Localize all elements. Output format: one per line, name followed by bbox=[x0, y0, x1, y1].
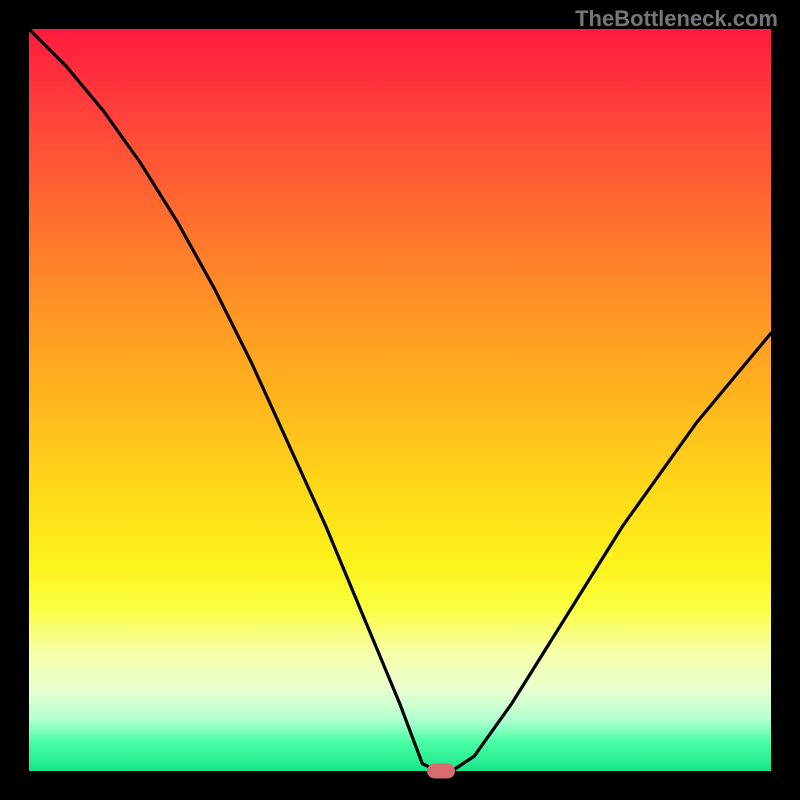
plot-area bbox=[29, 29, 771, 771]
watermark-text: TheBottleneck.com bbox=[575, 6, 778, 32]
bottleneck-curve bbox=[29, 29, 771, 771]
optimal-point-marker bbox=[427, 764, 455, 779]
chart-container: TheBottleneck.com bbox=[0, 0, 800, 800]
